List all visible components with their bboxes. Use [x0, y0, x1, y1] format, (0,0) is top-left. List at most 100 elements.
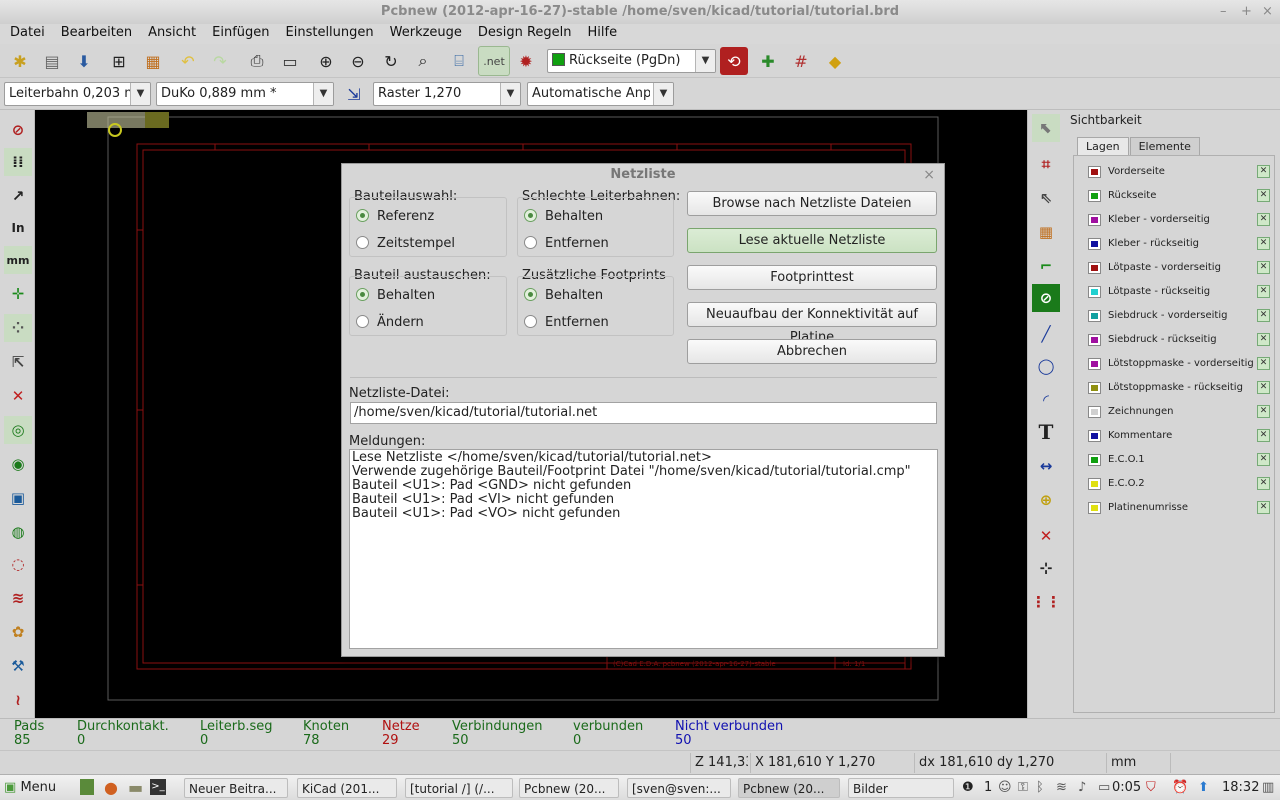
layer-color-swatch[interactable]: [1088, 262, 1101, 274]
plot-icon[interactable]: ▭: [276, 47, 304, 75]
layer-visible-checkbox[interactable]: ✕: [1257, 309, 1270, 322]
layer-visible-checkbox[interactable]: ✕: [1257, 453, 1270, 466]
firefox-icon[interactable]: ●: [104, 778, 118, 797]
redraw-icon[interactable]: ↻: [377, 47, 405, 75]
find-icon[interactable]: ⌸: [445, 47, 473, 75]
layer-pair-icon[interactable]: ⟲: [720, 47, 748, 75]
drc-off-icon[interactable]: ⊘: [4, 116, 32, 144]
footprint-test-button[interactable]: Footprinttest: [687, 265, 937, 290]
layer-row[interactable]: E.C.O.1 ✕: [1088, 451, 1272, 469]
layer-color-swatch[interactable]: [1088, 310, 1101, 322]
grid-origin-icon[interactable]: ⋮⋮: [1031, 588, 1061, 616]
layer-row[interactable]: Vorderseite ✕: [1088, 163, 1272, 181]
zoom-fit-icon[interactable]: ⌕: [409, 47, 437, 75]
ratsnest-icon[interactable]: ⁘: [4, 314, 32, 342]
redo-icon[interactable]: ↷: [206, 47, 234, 75]
add-circle-icon[interactable]: ◯: [1032, 352, 1060, 380]
mode-toggle-icon[interactable]: ◆: [821, 47, 849, 75]
zoom-in-icon[interactable]: ⊕: [312, 47, 340, 75]
layer-color-swatch[interactable]: [1088, 286, 1101, 298]
grid-toggle-icon[interactable]: ⁞⁞: [4, 148, 32, 176]
rebuild-connectivity-button[interactable]: Neuaufbau der Konnektivität auf Platine: [687, 302, 937, 345]
radio-exchange-aendern[interactable]: Ändern: [356, 314, 424, 332]
new-board-icon[interactable]: ✱: [6, 47, 34, 75]
radio-referenz[interactable]: Referenz: [356, 208, 434, 226]
tab-lagen[interactable]: Lagen: [1077, 137, 1129, 155]
inch-units-icon[interactable]: In: [4, 214, 32, 242]
layer-row[interactable]: E.C.O.2 ✕: [1088, 475, 1272, 493]
radio-fp-entfernen[interactable]: Entfernen: [524, 314, 609, 332]
layer-visible-checkbox[interactable]: ✕: [1257, 405, 1270, 418]
zoom-out-icon[interactable]: ⊖: [344, 47, 372, 75]
layer-row[interactable]: Kommentare ✕: [1088, 427, 1272, 445]
track-width-select[interactable]: Leiterbahn 0,203 mm ▼: [4, 82, 151, 106]
layer-row[interactable]: Kleber - rückseitig ✕: [1088, 235, 1272, 253]
open-board-icon[interactable]: ▤: [38, 47, 66, 75]
layer-color-swatch[interactable]: [1088, 358, 1101, 370]
set-offset-icon[interactable]: ⊹: [1032, 554, 1060, 582]
show-desktop-icon[interactable]: [80, 779, 94, 795]
network-icon[interactable]: ≋: [1056, 778, 1067, 798]
task-pcbnew-1[interactable]: Pcbnew (20...: [519, 778, 619, 798]
layer-color-swatch[interactable]: [1088, 430, 1101, 442]
terminal-icon[interactable]: >_: [150, 779, 166, 795]
polar-coords-icon[interactable]: ↗: [4, 182, 32, 210]
add-dimension-icon[interactable]: ↔: [1032, 452, 1060, 480]
layer-visible-checkbox[interactable]: ✕: [1257, 357, 1270, 370]
add-line-icon[interactable]: ╱: [1032, 320, 1060, 348]
layer-row[interactable]: Lötstoppmaske - vorderseitig ✕: [1088, 355, 1272, 373]
layer-color-swatch[interactable]: [1088, 502, 1101, 514]
updates-icon[interactable]: ❶: [962, 778, 974, 798]
layer-row[interactable]: Platinenumrisse ✕: [1088, 499, 1272, 517]
menu-bearbeiten[interactable]: Bearbeiten: [53, 24, 140, 44]
add-text-icon[interactable]: T: [1032, 418, 1060, 446]
layer-color-swatch[interactable]: [1088, 190, 1101, 202]
layer-visible-checkbox[interactable]: ✕: [1257, 237, 1270, 250]
mm-units-icon[interactable]: mm: [4, 246, 32, 274]
add-arc-icon[interactable]: ◜: [1032, 386, 1060, 414]
close-window-button[interactable]: ×: [1262, 0, 1273, 24]
show-zones-icon[interactable]: ◎: [4, 416, 32, 444]
vias-sketch-icon[interactable]: ◌: [4, 550, 32, 578]
layer-visible-checkbox[interactable]: ✕: [1257, 429, 1270, 442]
menu-datei[interactable]: Datei: [2, 24, 53, 44]
track-auto-width-icon[interactable]: ⇲: [340, 80, 368, 108]
module-ratsnest-icon[interactable]: ⇱: [4, 348, 32, 376]
layer-row[interactable]: Lötpaste - vorderseitig ✕: [1088, 259, 1272, 277]
layer-row[interactable]: Lötstoppmaske - rückseitig ✕: [1088, 379, 1272, 397]
battery-icon[interactable]: ▭: [1098, 778, 1110, 798]
task-firefox[interactable]: Neuer Beitra...: [184, 778, 288, 798]
minimize-button[interactable]: –: [1220, 0, 1227, 24]
delete-icon[interactable]: ✕: [1032, 522, 1060, 550]
netlist-icon[interactable]: .net: [478, 46, 510, 76]
layer-color-swatch[interactable]: [1088, 478, 1101, 490]
menu-werkzeuge[interactable]: Werkzeuge: [382, 24, 470, 44]
select-arrow-icon[interactable]: ⬉: [1032, 114, 1060, 142]
grid-select[interactable]: Raster 1,270 ▼: [373, 82, 521, 106]
menu-einfuegen[interactable]: Einfügen: [204, 24, 277, 44]
layer-visible-checkbox[interactable]: ✕: [1257, 189, 1270, 202]
layer-color-swatch[interactable]: [1088, 334, 1101, 346]
layer-color-swatch[interactable]: [1088, 238, 1101, 250]
upload-icon[interactable]: ⬆: [1198, 778, 1209, 798]
zoom-select[interactable]: Automatische Anpassung▼: [527, 82, 674, 106]
layer-row[interactable]: Lötpaste - rückseitig ✕: [1088, 283, 1272, 301]
auto-place-icon[interactable]: ✚: [754, 47, 782, 75]
task-bilder[interactable]: Bilder: [848, 778, 954, 798]
layer-row[interactable]: Kleber - vorderseitig ✕: [1088, 211, 1272, 229]
radio-tracks-behalten[interactable]: Behalten: [524, 208, 603, 226]
add-tracks-icon[interactable]: ⌐: [1032, 252, 1060, 280]
menu-hilfe[interactable]: Hilfe: [580, 24, 626, 44]
zones-outline-icon[interactable]: ◉: [4, 450, 32, 478]
maximize-button[interactable]: +: [1241, 0, 1252, 24]
layer-row[interactable]: Siebdruck - vorderseitig ✕: [1088, 307, 1272, 325]
lock-icon[interactable]: ⚿: [1018, 778, 1028, 798]
cancel-button[interactable]: Abbrechen: [687, 339, 937, 364]
power-icon[interactable]: ▥: [1262, 778, 1274, 798]
layer-visible-checkbox[interactable]: ✕: [1257, 381, 1270, 394]
tracks-sketch-icon[interactable]: ≋: [4, 584, 32, 612]
layer-visible-checkbox[interactable]: ✕: [1257, 501, 1270, 514]
add-target-icon[interactable]: ⊕: [1032, 486, 1060, 514]
pads-sketch-icon[interactable]: ◍: [4, 518, 32, 546]
layer-visible-checkbox[interactable]: ✕: [1257, 165, 1270, 178]
